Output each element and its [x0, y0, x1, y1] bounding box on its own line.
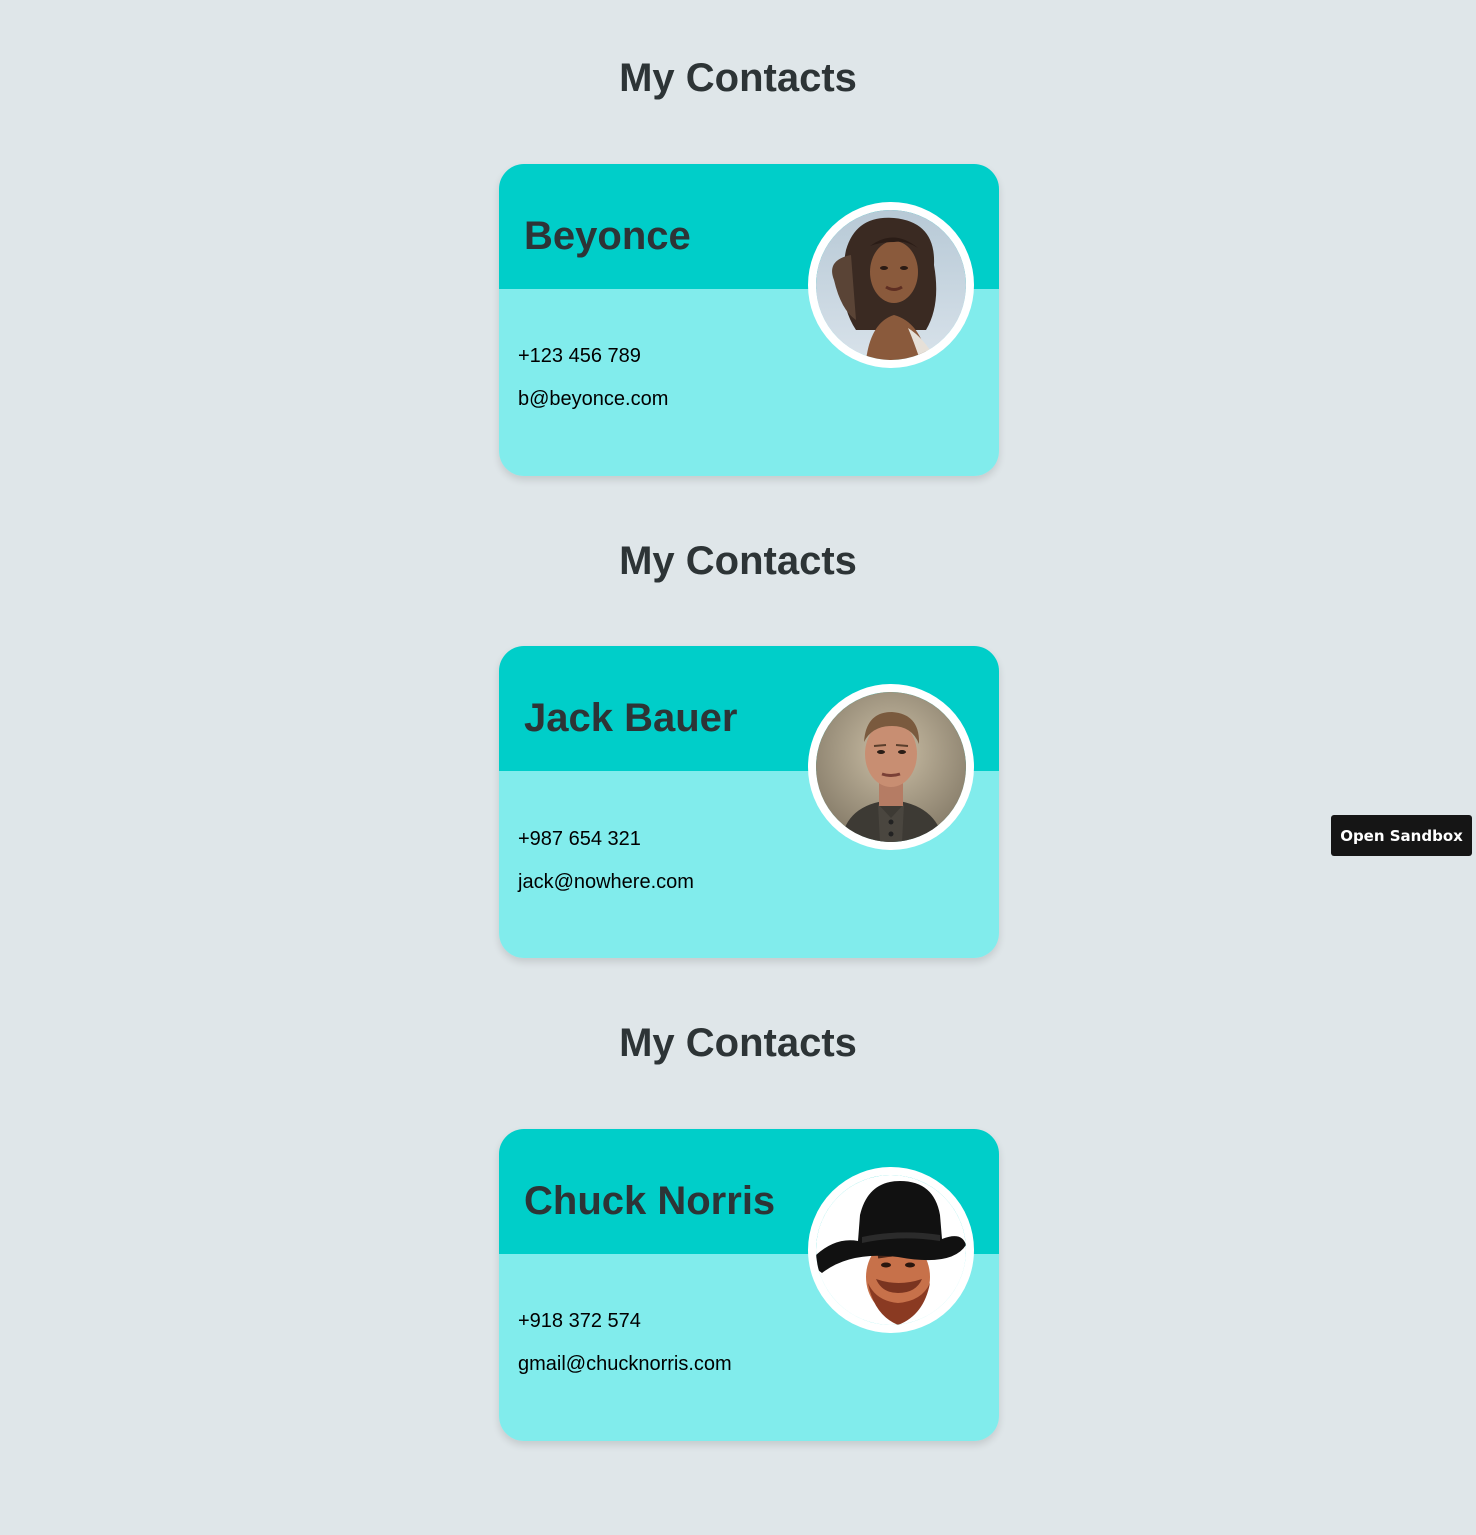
avatar: [808, 202, 974, 368]
contact-name: Chuck Norris: [524, 1179, 776, 1223]
contact-section-2: My Contacts: [0, 537, 1476, 585]
contact-email: jack@nowhere.com: [518, 871, 694, 893]
contact-card-chuck-norris: Chuck Norris +918 372 574 gmail@chucknor…: [499, 1129, 999, 1441]
avatar: [808, 684, 974, 850]
contact-email: b@beyonce.com: [518, 388, 669, 410]
contact-phone: +987 654 321: [518, 828, 641, 850]
contact-card-beyonce: Beyonce +123 456 789 b@beyonce.com: [499, 164, 999, 476]
open-sandbox-button[interactable]: Open Sandbox: [1331, 815, 1472, 856]
page-heading: My Contacts: [619, 539, 857, 583]
contact-name: Jack Bauer: [524, 696, 738, 740]
contact-section-3: My Contacts: [0, 1019, 1476, 1067]
contact-card-jack-bauer: Jack Bauer +987 654 321 jack@nowhere.com: [499, 646, 999, 958]
contact-section-1: My Contacts: [0, 54, 1476, 102]
contact-phone: +123 456 789: [518, 345, 641, 367]
portrait-woman-image: [816, 210, 966, 360]
page-heading: My Contacts: [619, 1021, 857, 1065]
page-heading: My Contacts: [619, 56, 857, 100]
avatar: [808, 1167, 974, 1333]
contact-name: Beyonce: [524, 214, 691, 258]
contact-email: gmail@chucknorris.com: [518, 1353, 732, 1375]
portrait-man-image: [816, 692, 966, 842]
portrait-cowboy-image: [816, 1175, 966, 1325]
contact-phone: +918 372 574: [518, 1310, 641, 1332]
